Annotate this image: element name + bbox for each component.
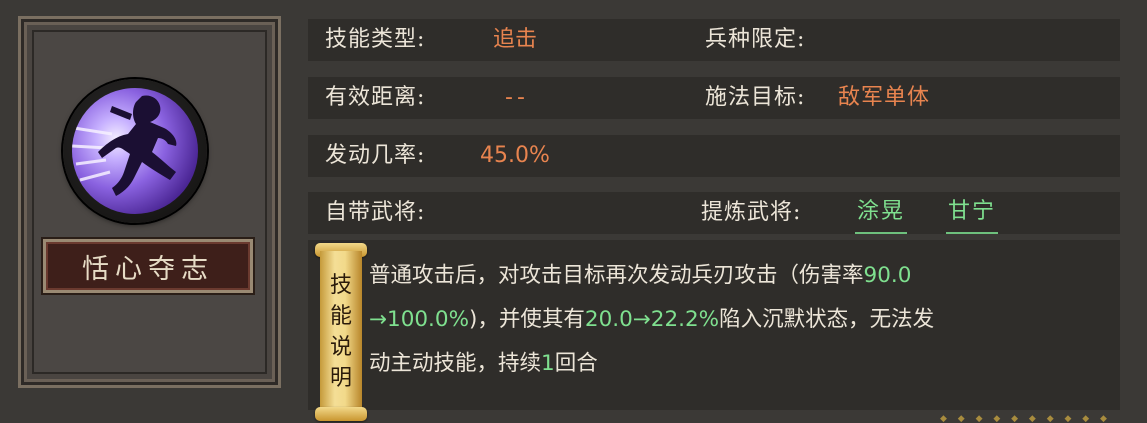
refine-general-link[interactable]: 甘宁	[946, 192, 999, 234]
row-trigger-rate: 发动几率: 45.0%	[308, 135, 1120, 177]
skill-name: 恬心夺志	[82, 253, 214, 285]
range-label: 有效距离:	[325, 85, 426, 110]
skill-icon-button[interactable]	[63, 79, 207, 223]
troop-limit-label: 兵种限定:	[705, 27, 806, 52]
skill-description-scroll: 技 能 说 明	[315, 243, 367, 421]
purple-dash-attack-icon	[72, 88, 198, 214]
target-label: 施法目标:	[705, 85, 806, 110]
trigger-rate-value: 45.0%	[480, 143, 550, 168]
scroll-char: 说	[329, 335, 352, 360]
description-line-2: →100.0%)，并使其有20.0→22.2%陷入沉默状态，无法发	[369, 298, 1109, 342]
refine-general-link[interactable]: 涂晃	[855, 192, 908, 234]
skill-name-plate: 恬心夺志	[43, 239, 253, 293]
scroll-body: 技 能 说 明	[320, 251, 362, 413]
scroll-char: 明	[329, 366, 352, 391]
description-text: )，并使其有	[469, 307, 585, 332]
description-text: 动主动技能，持续	[369, 351, 542, 376]
refine-general-label: 提炼武将:	[701, 200, 802, 225]
row-generals: 自带武将: 提炼武将: 涂晃 甘宁	[308, 192, 1120, 234]
skill-type-value: 追击	[493, 27, 538, 52]
description-line-3: 动主动技能，持续1回合	[369, 342, 1109, 386]
skill-detail-panel: 恬心夺志 技能类型: 追击 兵种限定: 有效距离: -- 施法目标: 敌军单体 …	[0, 0, 1147, 423]
damage-rate-value: 90.0	[863, 263, 912, 288]
scroll-char: 能	[329, 304, 352, 329]
trigger-rate-label: 发动几率:	[325, 143, 426, 168]
duration-value: 1	[541, 351, 555, 376]
description-line-1: 普通攻击后，对攻击目标再次发动兵刃攻击（伤害率90.0	[369, 254, 1109, 298]
target-value: 敌军单体	[838, 85, 931, 110]
row-skill-type: 技能类型: 追击 兵种限定:	[308, 19, 1120, 61]
skill-description-text: 普通攻击后，对攻击目标再次发动兵刃攻击（伤害率90.0 →100.0%)，并使其…	[369, 254, 1109, 386]
range-value: --	[505, 85, 529, 110]
damage-rate-max-value: →100.0%	[369, 307, 469, 332]
silence-chance-value: 20.0→22.2%	[584, 307, 720, 332]
description-text: 陷入沉默状态，无法发	[719, 307, 935, 332]
skill-type-label: 技能类型:	[325, 27, 426, 52]
description-text: 普通攻击后，对攻击目标再次发动兵刃攻击（伤害率	[369, 263, 864, 288]
row-range-target: 有效距离: -- 施法目标: 敌军单体	[308, 77, 1120, 119]
scroll-char: 技	[329, 273, 352, 298]
innate-general-label: 自带武将:	[325, 200, 426, 225]
description-text: 回合	[554, 351, 598, 376]
bottom-ornament: ◆ ◆ ◆ ◆ ◆ ◆ ◆ ◆ ◆ ◆	[940, 414, 1111, 423]
scroll-bottom-cap	[315, 407, 367, 421]
